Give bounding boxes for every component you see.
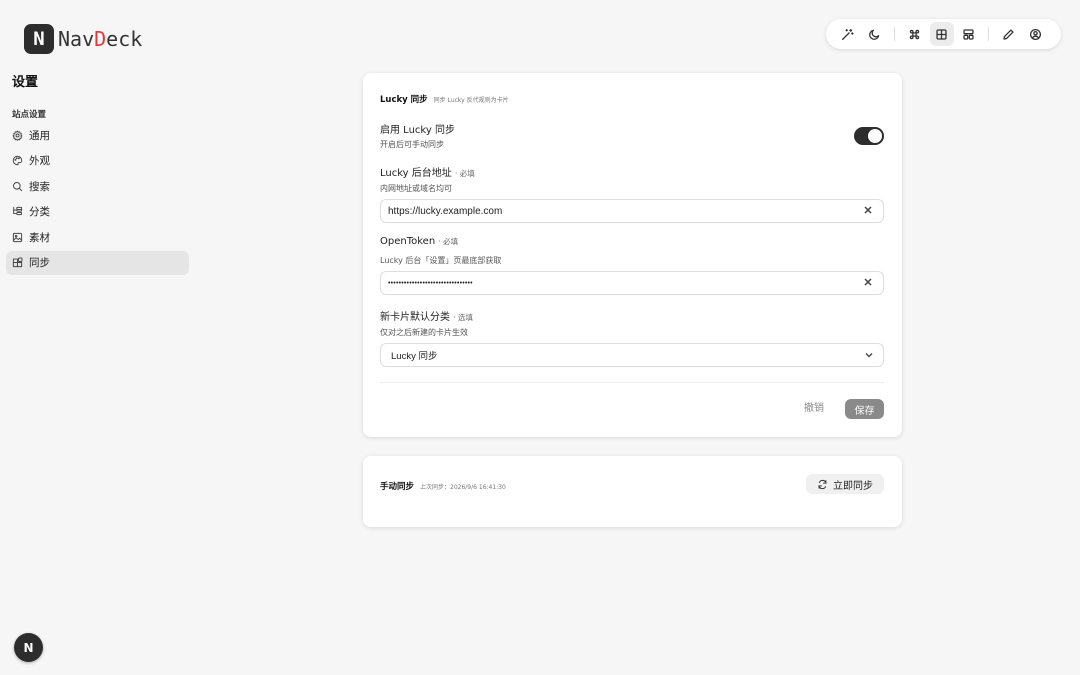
sidebar-item-label: 分类 xyxy=(29,206,50,218)
logo-text-suffix: eck xyxy=(106,27,143,51)
sidebar-item-assets[interactable]: 素材 xyxy=(6,225,189,249)
address-input[interactable] xyxy=(388,205,848,217)
token-input[interactable] xyxy=(388,279,848,287)
optional-hint: · 选填 xyxy=(453,313,473,322)
sidebar-item-label: 素材 xyxy=(29,231,50,244)
floating-app-button[interactable]: N xyxy=(14,633,43,662)
address-field[interactable] xyxy=(380,199,884,223)
logo-text-accent: D xyxy=(94,27,107,51)
card-subtitle: 同步 Lucky 反代规则为卡片 xyxy=(433,97,509,104)
enable-desc: 开启后可手动同步 xyxy=(380,140,444,149)
category-selected-value: Lucky 同步 xyxy=(391,351,438,362)
palette-icon xyxy=(12,155,23,166)
sidebar-item-label: 外观 xyxy=(29,155,50,167)
category-select[interactable]: Lucky 同步 xyxy=(380,343,884,367)
clear-icon[interactable] xyxy=(863,277,875,289)
sidebar-item-categories[interactable]: 分类 xyxy=(6,200,189,224)
address-desc: 内网地址或域名均可 xyxy=(380,184,452,193)
sidebar-nav: 通用 外观 搜索 分类 素材 同步 xyxy=(6,123,189,276)
page-title: 设置 xyxy=(12,75,39,90)
toolbar-divider xyxy=(988,27,989,41)
token-label: OpenToken · 必填 xyxy=(380,236,458,247)
app-logo[interactable]: N NavDeck xyxy=(24,24,142,54)
sidebar-item-appearance[interactable]: 外观 xyxy=(6,149,189,173)
chevron-down-icon xyxy=(864,350,874,360)
sidebar-item-general[interactable]: 通用 xyxy=(6,123,189,147)
divider xyxy=(380,382,884,383)
required-hint: · 必填 xyxy=(454,169,475,178)
card-title: Lucky 同步 xyxy=(380,95,428,105)
address-label-text: Lucky 后台地址 xyxy=(380,168,452,179)
save-button[interactable]: 保存 xyxy=(845,399,884,419)
enable-toggle[interactable] xyxy=(854,127,884,145)
cancel-button[interactable]: 撤销 xyxy=(804,399,824,414)
sidebar-item-label: 搜索 xyxy=(29,180,50,193)
toolbar-divider xyxy=(894,27,895,41)
sidebar-item-label: 同步 xyxy=(29,257,50,269)
sidebar-item-search[interactable]: 搜索 xyxy=(6,174,189,198)
image-icon xyxy=(12,232,23,242)
gear-icon xyxy=(12,130,23,141)
address-label: Lucky 后台地址 · 必填 xyxy=(380,164,475,179)
sidebar-item-label: 通用 xyxy=(29,129,50,142)
required-hint: · 必填 xyxy=(438,237,459,246)
logo-text-prefix: Nav xyxy=(58,27,95,51)
search-icon xyxy=(13,181,23,191)
token-desc: Lucky 后台「设置」页最底部获取 xyxy=(380,256,502,265)
lucky-sync-card: Lucky 同步 同步 Lucky 反代规则为卡片 启用 Lucky 同步 开启… xyxy=(363,73,902,437)
magic-wand-icon[interactable] xyxy=(836,22,860,46)
grid-icon[interactable] xyxy=(929,22,954,46)
sidebar-item-sync[interactable]: 同步 xyxy=(6,250,189,275)
manual-sync-card: 手动同步 上次同步：2026/9/6 16:41:30 立即同步 xyxy=(363,456,902,527)
moon-icon[interactable] xyxy=(863,22,887,46)
token-label-text: OpenToken xyxy=(380,236,436,247)
category-desc: 仅对之后新建的卡片生效 xyxy=(380,328,468,337)
tree-icon xyxy=(13,206,23,216)
card-header: Lucky 同步 同步 Lucky 反代规则为卡片 xyxy=(380,93,509,105)
top-toolbar xyxy=(826,19,1061,49)
refresh-icon xyxy=(818,479,827,489)
section-label: 站点设置 xyxy=(12,110,47,120)
logo-mark: N xyxy=(24,24,54,54)
logo-wordmark: NavDeck xyxy=(58,27,142,51)
layout-icon[interactable] xyxy=(957,22,981,46)
enable-label: 启用 Lucky 同步 xyxy=(380,125,455,136)
category-label-text: 新卡片默认分类 xyxy=(380,312,450,323)
command-icon[interactable] xyxy=(903,22,927,46)
last-sync-time: 上次同步：2026/9/6 16:41:30 xyxy=(420,484,506,491)
sync-now-button[interactable]: 立即同步 xyxy=(806,474,884,494)
card-title: 手动同步 xyxy=(380,482,415,492)
user-circle-icon[interactable] xyxy=(1024,22,1048,46)
clear-icon[interactable] xyxy=(863,205,875,217)
blocks-icon xyxy=(12,257,23,268)
pencil-icon[interactable] xyxy=(997,22,1021,46)
card-header: 手动同步 上次同步：2026/9/6 16:41:30 xyxy=(380,480,506,492)
toggle-knob xyxy=(868,129,882,143)
token-field[interactable] xyxy=(380,271,884,295)
sync-now-label: 立即同步 xyxy=(833,480,873,492)
category-label: 新卡片默认分类 · 选填 xyxy=(380,308,473,323)
